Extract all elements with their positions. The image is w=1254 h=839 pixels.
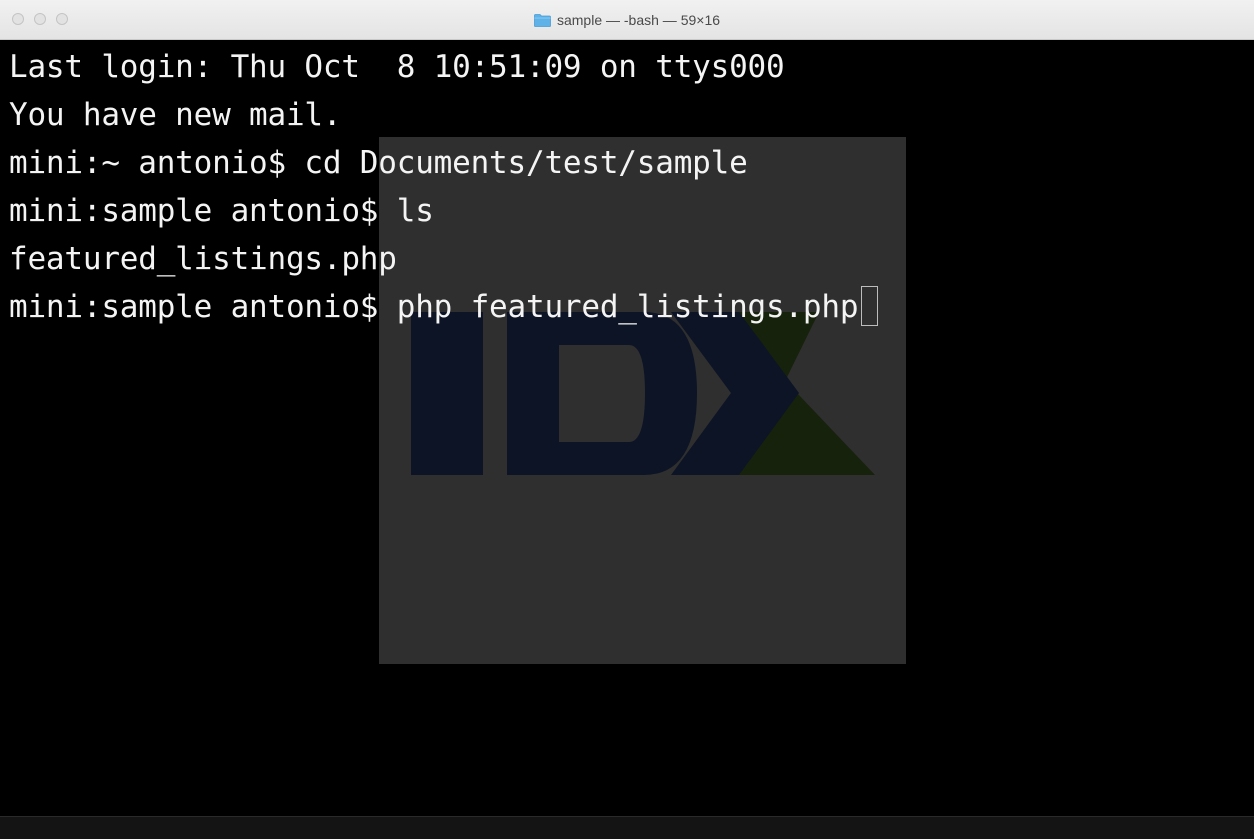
- terminal-line: mini:sample antonio$ ls: [9, 193, 434, 229]
- terminal-prompt-line[interactable]: mini:sample antonio$ php featured_listin…: [9, 283, 1239, 331]
- terminal-line: featured_listings.php: [9, 241, 397, 277]
- folder-icon: [534, 13, 551, 27]
- title-bar[interactable]: sample — -bash — 59×16: [0, 0, 1254, 40]
- terminal-line: mini:~ antonio$ cd Documents/test/sample: [9, 145, 748, 181]
- terminal-content[interactable]: Last login: Thu Oct 8 10:51:09 on ttys00…: [0, 40, 1254, 816]
- terminal-line: You have new mail.: [9, 97, 342, 133]
- window-title: sample — -bash — 59×16: [556, 12, 721, 28]
- text-cursor: [861, 286, 879, 326]
- terminal-window: sample — -bash — 59×16 Last login: Thu O…: [0, 0, 1254, 839]
- d-letter-shape: [507, 312, 697, 475]
- window-title-group: sample — -bash — 59×16: [0, 0, 1254, 40]
- terminal-line: Last login: Thu Oct 8 10:51:09 on ttys00…: [9, 49, 785, 85]
- bottom-bar: [0, 816, 1254, 839]
- i-letter-shape: [411, 312, 483, 475]
- current-command: mini:sample antonio$ php featured_listin…: [9, 289, 859, 325]
- terminal-output: Last login: Thu Oct 8 10:51:09 on ttys00…: [9, 43, 1239, 331]
